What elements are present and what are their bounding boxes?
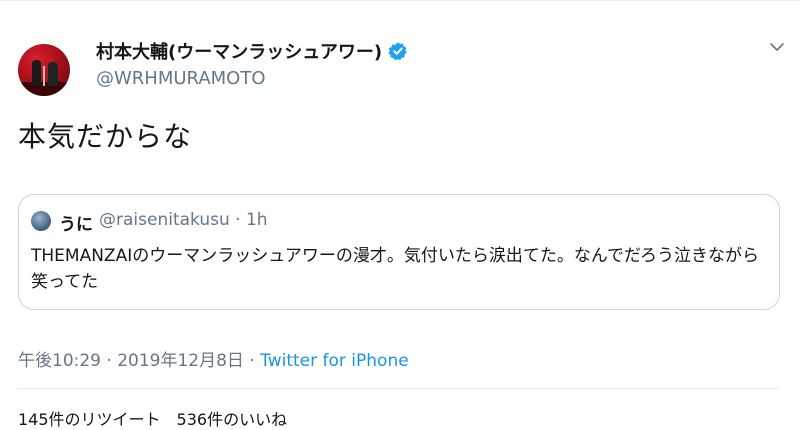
quoted-tweet-text: THEMANZAIのウーマンラッシュアワーの漫才。気付いたら涙出てた。なんでだろ… bbox=[31, 246, 759, 292]
metadata-divider bbox=[18, 388, 780, 389]
tweet-metadata: 午後10:29 · 2019年12月8日 · Twitter for iPhon… bbox=[18, 346, 409, 371]
chevron-down-icon[interactable] bbox=[768, 38, 786, 56]
verified-badge-icon bbox=[388, 42, 407, 61]
quoted-handle-time: @raisenitakusu · 1h bbox=[99, 210, 268, 230]
display-name[interactable]: 村本大輔(ウーマンラッシュアワー) bbox=[96, 38, 382, 64]
top-divider bbox=[0, 0, 800, 1]
avatar-figure-right bbox=[48, 62, 58, 86]
quoted-tweet-card[interactable]: うに @raisenitakusu · 1h THEMANZAIのウーマンラッシ… bbox=[18, 194, 780, 310]
avatar-mic bbox=[43, 66, 45, 86]
avatar[interactable] bbox=[18, 44, 70, 96]
display-name-row[interactable]: 村本大輔(ウーマンラッシュアワー) bbox=[96, 38, 408, 64]
user-handle[interactable]: @WRHMURAMOTO bbox=[96, 68, 266, 89]
avatar-figure-left bbox=[32, 60, 41, 86]
quoted-display-name[interactable]: うに bbox=[59, 210, 93, 235]
engagement-stats[interactable]: 145件のリツイート 536件のいいね bbox=[18, 406, 287, 430]
tweet-text: 本気だからな bbox=[18, 120, 193, 153]
tweet-source-link[interactable]: Twitter for iPhone bbox=[260, 351, 409, 371]
tweet-timestamp[interactable]: 午後10:29 · 2019年12月8日 · bbox=[18, 351, 260, 371]
quoted-avatar[interactable] bbox=[31, 211, 51, 231]
